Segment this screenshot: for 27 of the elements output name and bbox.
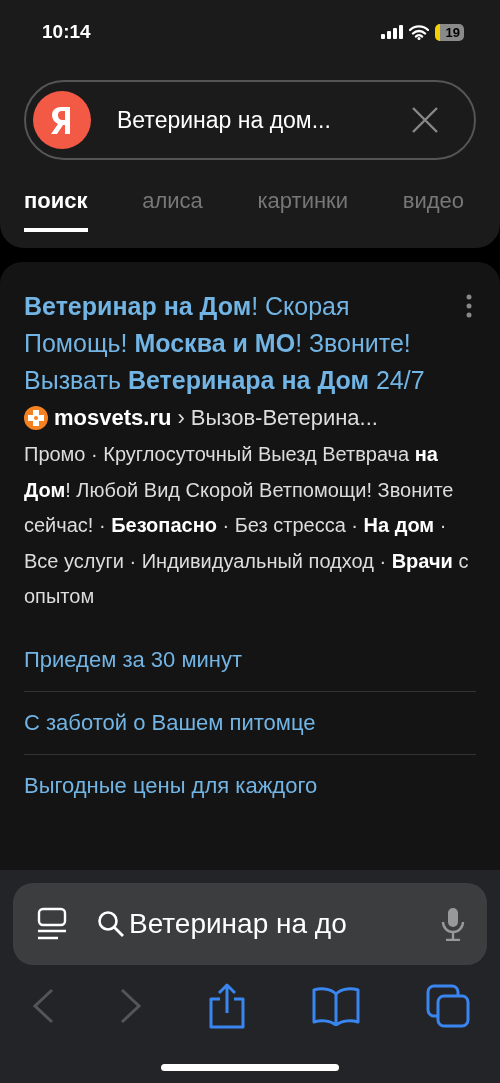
- tab[interactable]: картинки: [257, 188, 348, 232]
- logo-icon: [33, 91, 91, 149]
- signal-icon: [380, 25, 403, 39]
- tab[interactable]: алиса: [142, 188, 203, 232]
- site-link[interactable]: mosvets.ru: [54, 405, 172, 431]
- tab[interactable]: поиск: [24, 188, 88, 232]
- battery-indicator: 19: [434, 23, 464, 41]
- bookmarks-icon[interactable]: [312, 986, 360, 1026]
- share-icon[interactable]: [208, 983, 246, 1029]
- sitelink[interactable]: С заботой о Вашем питомце: [24, 691, 476, 754]
- search-icon: [97, 910, 125, 938]
- status-time: 10:14: [42, 21, 91, 43]
- tabs-icon[interactable]: [426, 984, 470, 1028]
- wifi-icon: [408, 24, 429, 40]
- close-icon[interactable]: [412, 107, 438, 133]
- tab[interactable]: видео: [402, 188, 464, 232]
- breadcrumb-path: › Вызов-Ветерина...: [177, 405, 378, 431]
- reader-icon[interactable]: [37, 907, 67, 941]
- favicon-icon: [24, 406, 48, 430]
- sitelink[interactable]: Выгодные цены для каждого: [24, 754, 476, 817]
- sitelink[interactable]: Приедем за 30 минут: [24, 628, 476, 691]
- microphone-icon[interactable]: [441, 907, 465, 941]
- more-icon[interactable]: [466, 294, 472, 318]
- result-snippet: Промо · Круглосуточный Выезд Ветврача на Дом! Любой Вид Скорой Ветпомощи! Звоните сейчас! · Безопасно · Без стресса · На дом · Все услуги · Индивидуальный подход · Врачи с опытом: [24, 442, 470, 609]
- address-field[interactable]: Ветеринар на до: [13, 883, 487, 965]
- result-title-link[interactable]: Ветеринар на Дом! Скорая Помощь! Москва и МО! Звоните! Вызвать Ветеринара на Дом 24/7: [24, 288, 446, 399]
- search-field[interactable]: Ветеринар на дом...: [24, 80, 476, 160]
